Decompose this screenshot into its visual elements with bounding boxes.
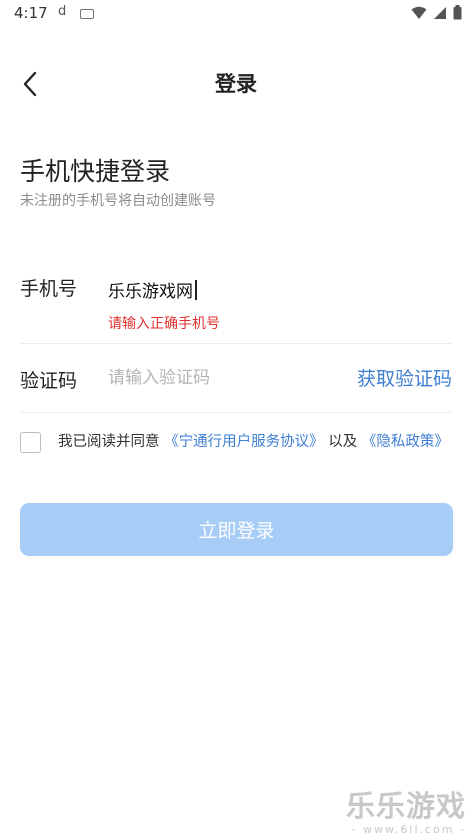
phone-input[interactable]: 乐乐游戏网: [108, 277, 197, 302]
page-title: 登录: [215, 72, 257, 96]
status-bar: 4:17 d: [0, 0, 472, 28]
wifi-icon: [411, 6, 427, 19]
watermark-title: 乐乐游戏: [345, 789, 466, 823]
phone-label: 手机号: [20, 278, 78, 300]
agreement-text: 我已阅读并同意 《宁通行用户服务协议》 以及 《隐私政策》: [58, 431, 454, 453]
login-button[interactable]: 立即登录: [20, 503, 453, 556]
login-subheading: 未注册的手机号将自动创建账号: [20, 193, 216, 209]
keyboard-icon: [80, 9, 94, 19]
status-time: 4:17: [14, 4, 48, 22]
phone-error-message: 请输入正确手机号: [108, 316, 220, 332]
signal-icon: [434, 6, 446, 19]
get-code-button[interactable]: 获取验证码: [357, 364, 452, 391]
phone-divider: [20, 343, 452, 344]
service-agreement-link[interactable]: 《宁通行用户服务协议》: [164, 434, 324, 450]
watermark-url: - www.6ll.com -: [351, 823, 466, 836]
app-bar: 登录: [0, 56, 472, 112]
status-icons: [411, 5, 462, 20]
verification-code-input[interactable]: [106, 362, 330, 394]
agreement-prefix: 我已阅读并同意: [58, 434, 160, 450]
agreement-connector: 以及: [328, 434, 358, 450]
privacy-policy-link[interactable]: 《隐私政策》: [362, 434, 449, 450]
text-caret: [195, 279, 197, 300]
agreement-checkbox[interactable]: [20, 432, 41, 453]
battery-icon: [453, 5, 462, 20]
notification-glyph: d: [58, 4, 67, 19]
site-watermark: 乐乐游戏 - www.6ll.com -: [346, 789, 466, 836]
code-label: 验证码: [20, 370, 78, 392]
login-heading: 手机快捷登录: [20, 157, 171, 186]
phone-input-value: 乐乐游戏网: [108, 282, 193, 302]
code-divider: [20, 412, 452, 413]
